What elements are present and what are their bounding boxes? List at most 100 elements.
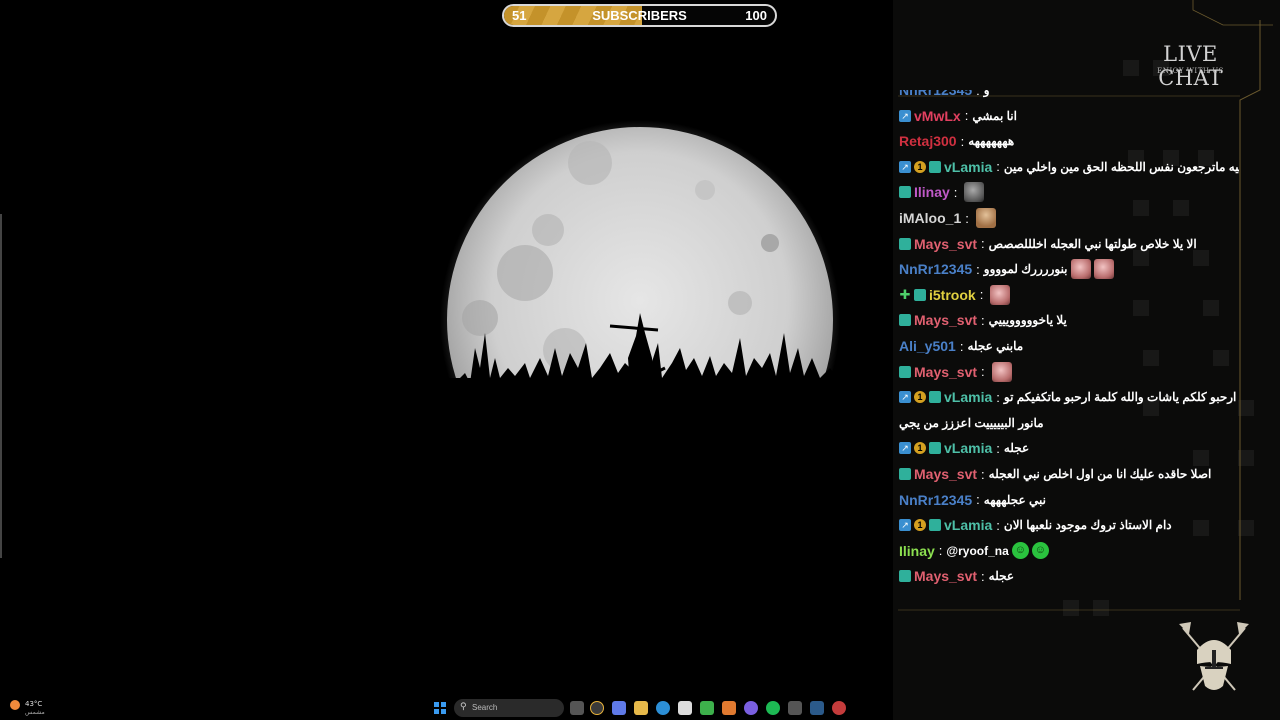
- chat-separator: :: [981, 568, 985, 584]
- chat-separator: :: [981, 236, 985, 252]
- chat-separator: :: [996, 440, 1000, 456]
- chat-message-text: انا بمشي: [972, 108, 1017, 123]
- chrome-icon[interactable]: [590, 701, 604, 715]
- chat-username[interactable]: Mays_svt: [914, 236, 977, 252]
- chat-message: Mays_svt: عجله: [899, 565, 1014, 587]
- chat-separator: :: [976, 261, 980, 277]
- chat-username[interactable]: vLamia: [944, 440, 992, 456]
- mod-badge-icon: [899, 237, 911, 250]
- screen-edge-divider: [0, 214, 2, 558]
- app-a-icon[interactable]: [722, 701, 736, 715]
- chat-separator: :: [979, 287, 984, 303]
- arrow-badge-icon: ↗: [899, 391, 911, 404]
- chat-separator: :: [996, 159, 1000, 175]
- steam-icon[interactable]: [810, 701, 824, 715]
- chat-message-text: ارحبو كلكم ياشات والله كلمة ارحبو ماتكفي…: [1003, 390, 1237, 405]
- discord-icon[interactable]: [744, 701, 758, 715]
- tan-emote-icon: [975, 208, 996, 228]
- chat-message-text: عجله: [1003, 441, 1030, 456]
- copilot-icon[interactable]: [612, 701, 626, 715]
- pink-emote-icon: [990, 284, 1011, 305]
- arrow-badge-icon: ↗: [899, 109, 911, 122]
- gray-emote-icon: [964, 182, 985, 203]
- one-badge-icon: 1: [914, 160, 926, 173]
- excel-icon[interactable]: [700, 701, 714, 715]
- chat-separator: :: [964, 108, 969, 124]
- chat-message: Mays_svt: اصلا حاقده عليك انا من اول اخلص…: [899, 463, 1211, 485]
- start-button[interactable]: [434, 702, 446, 714]
- chat-username[interactable]: Mays_svt: [914, 312, 977, 328]
- chat-message: ✚ i5trook:: [899, 284, 1011, 306]
- chat-username[interactable]: iMAloo_1: [899, 210, 961, 226]
- mod-badge-icon: [929, 519, 941, 532]
- chat-subtitle: ENJOY WITH US: [1157, 67, 1224, 75]
- chat-username[interactable]: Ilinay: [899, 543, 935, 559]
- mod-badge-icon: [929, 160, 941, 173]
- chat-username[interactable]: vLamia: [944, 159, 992, 175]
- chat-separator: :: [960, 133, 965, 149]
- one-badge-icon: 1: [914, 442, 926, 455]
- chat-message: ↗ 1 vLamia: ارحبو كلكم ياشات والله كلمة ارح…: [899, 386, 1236, 408]
- edge-icon[interactable]: [656, 701, 670, 715]
- chat-message: ↗ 1 vLamia: عجله: [899, 437, 1029, 459]
- chat-message: مانور البيييييت اعززز من يجي: [899, 412, 1044, 434]
- obs-icon[interactable]: [832, 701, 846, 715]
- taskbar-search-box[interactable]: ⚲ Search: [454, 699, 564, 717]
- chat-username[interactable]: NnRr12345: [899, 90, 972, 98]
- chat-message-text: دام الاستاذ تروك موجود نلعبها الان: [1003, 518, 1172, 533]
- task-view-icon[interactable]: [570, 701, 584, 715]
- chat-username[interactable]: vLamia: [944, 389, 992, 405]
- stream-view: 51 SUBSCRIBERS 100 43°C مشمس ⚲ Search: [0, 0, 893, 720]
- chat-message-text: هيه ماترجعون نفس اللحظه الحق مين واخلي م…: [1003, 159, 1239, 174]
- chat-message-text: هههههههه: [968, 134, 1015, 149]
- chat-username[interactable]: vMwLx: [914, 108, 961, 124]
- chat-message: Mays_svt:: [899, 361, 1012, 383]
- chat-username[interactable]: i5trook: [929, 287, 976, 303]
- chat-message: NnRr12345: و: [899, 90, 990, 101]
- chat-username[interactable]: Mays_svt: [914, 568, 977, 584]
- chat-username[interactable]: NnRr12345: [899, 261, 972, 277]
- chat-message-text: اصلا حاقده عليك انا من اول اخلص نبي العج…: [988, 467, 1212, 481]
- chat-message: NnRr12345: بنوررررك لموووو: [899, 258, 1114, 280]
- chat-username[interactable]: Retaj300: [899, 133, 957, 149]
- green-emote-icon: ☺: [1031, 542, 1049, 560]
- chat-username[interactable]: Ilinay: [914, 184, 950, 200]
- mod-badge-icon: [914, 288, 926, 301]
- chat-username[interactable]: vLamia: [944, 517, 992, 533]
- chat-username[interactable]: Ali_y501: [899, 338, 956, 354]
- pink-emote-icon: [1093, 259, 1114, 280]
- chat-separator: :: [938, 543, 943, 559]
- chat-message: ↗ 1 vLamia: دام الاستاذ تروك موجود نلعبها ا…: [899, 514, 1172, 536]
- chat-username[interactable]: NnRr12345: [899, 492, 972, 508]
- chat-message: iMAloo_1:: [899, 207, 996, 229]
- weather-temperature: 43°C: [25, 700, 43, 708]
- moon-wallpaper: [440, 120, 840, 418]
- pink-emote-icon: [1070, 259, 1091, 280]
- chat-message: Ilinay: @ryoof_na ☺ ☺: [899, 540, 1049, 562]
- chat-separator: :: [976, 90, 980, 98]
- chat-separator: :: [965, 210, 969, 226]
- chat-separator: :: [959, 338, 964, 354]
- green-emote-icon: ☺: [1011, 542, 1029, 560]
- chat-username[interactable]: Mays_svt: [914, 364, 977, 380]
- one-badge-icon: 1: [914, 519, 926, 532]
- chat-message-list: NnRr12345: و ↗ vMwLx: انا بمشي Retaj300: ههههه…: [899, 90, 1239, 600]
- store-icon[interactable]: [678, 701, 692, 715]
- terminal-icon[interactable]: [788, 701, 802, 715]
- chat-title: LIVE CHAT: [1158, 42, 1223, 90]
- chat-separator: :: [981, 312, 985, 328]
- file-explorer-icon[interactable]: [634, 701, 648, 715]
- pink-emote-icon: [991, 361, 1012, 382]
- mod-badge-icon: [929, 442, 941, 455]
- chat-message-text: يلا ياخووووويييي: [988, 313, 1067, 328]
- chat-message: Mays_svt: الا يلا خلاص طولتها نبي العجله …: [899, 233, 1197, 255]
- weather-icon: [10, 700, 20, 710]
- spotify-icon[interactable]: [766, 701, 780, 715]
- chat-message-text: نبي عجلهههه: [983, 492, 1046, 507]
- chat-message: Ali_y501: مابني عجله: [899, 335, 1023, 357]
- chat-username[interactable]: Mays_svt: [914, 466, 977, 482]
- one-badge-icon: 1: [914, 391, 926, 404]
- chat-separator: :: [981, 364, 985, 380]
- chat-message-text: و: [983, 90, 990, 97]
- chat-message: ↗ vMwLx: انا بمشي: [899, 105, 1017, 127]
